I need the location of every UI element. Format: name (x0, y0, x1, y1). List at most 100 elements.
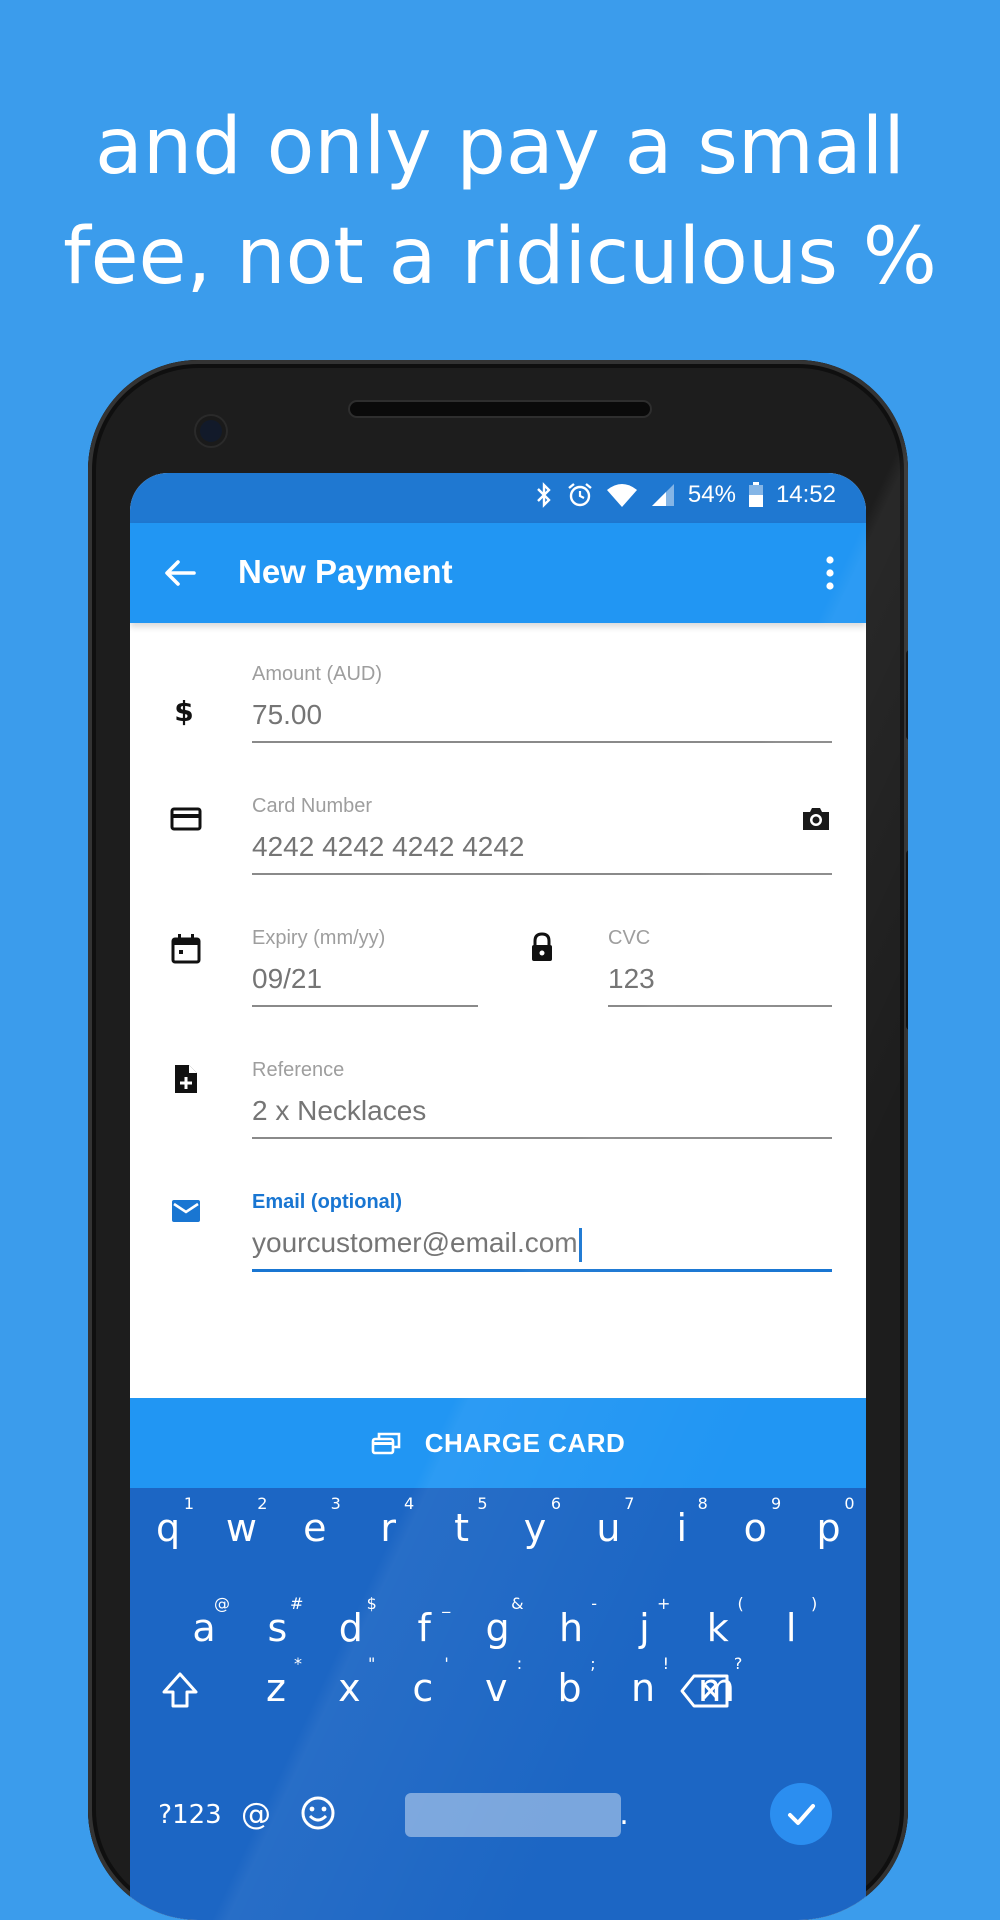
key-secondary: : (516, 1654, 523, 1673)
key-l[interactable]: l) (755, 1588, 827, 1668)
card-number-label: Card Number (252, 795, 373, 817)
done-button[interactable] (770, 1783, 832, 1845)
shift-icon[interactable] (160, 1670, 200, 1710)
backspace-icon[interactable] (680, 1673, 730, 1709)
calendar-icon (171, 934, 201, 964)
note-add-icon (175, 1065, 197, 1093)
phone-camera (196, 416, 226, 446)
reference-label: Reference (252, 1059, 345, 1081)
key-c[interactable]: c ' (387, 1648, 459, 1728)
key-y[interactable]: y6 (499, 1488, 571, 1568)
back-arrow-icon[interactable] (160, 553, 200, 593)
key-secondary: 3 (330, 1494, 341, 1513)
key-secondary: 2 (257, 1494, 268, 1513)
emoji-icon[interactable] (300, 1795, 336, 1831)
key-q[interactable]: q1 (132, 1488, 204, 1568)
key-i[interactable]: i8 (646, 1488, 718, 1568)
key-r[interactable]: r4 (352, 1488, 424, 1568)
key-letter: s (267, 1606, 288, 1650)
cvc-input[interactable]: 123 (608, 963, 655, 995)
key-letter: y (523, 1506, 547, 1550)
key-letter: b (557, 1666, 582, 1710)
key-secondary: $ (366, 1594, 377, 1613)
email-value: yourcustomer@email.com (252, 1227, 578, 1258)
key-letter: h (558, 1606, 584, 1650)
period-key[interactable]: . (588, 1775, 660, 1855)
phone-frame: 54% 14:52 New Payment $ Amount (AUD) 75.… (88, 360, 908, 1920)
wifi-icon (606, 484, 637, 507)
reference-input[interactable]: 2 x Necklaces (252, 1095, 426, 1127)
key-letter: p (816, 1506, 841, 1550)
amount-label: Amount (AUD) (252, 663, 383, 685)
key-v[interactable]: v: (460, 1648, 532, 1728)
key-x[interactable]: x " (313, 1648, 385, 1728)
card-number-input[interactable]: 4242 4242 4242 4242 (252, 831, 525, 863)
key-secondary: 9 (771, 1494, 782, 1513)
cvc-underline (608, 1005, 832, 1007)
key-p[interactable]: p0 (793, 1488, 865, 1568)
expiry-label: Expiry (mm/yy) (252, 927, 386, 949)
charge-card-label: CHARGE CARD (424, 1427, 626, 1458)
dollar-icon: $ (174, 695, 193, 727)
key-secondary: ; (590, 1654, 596, 1673)
key-letter: f (417, 1606, 431, 1650)
camera-icon[interactable] (800, 803, 832, 835)
key-secondary: ) (810, 1594, 818, 1613)
key-o[interactable]: o9 (719, 1488, 791, 1568)
alarm-icon (568, 483, 592, 507)
key-letter: r (380, 1506, 396, 1550)
key-n[interactable]: n! (607, 1648, 679, 1728)
key-secondary: # (289, 1594, 304, 1613)
amount-underline (252, 741, 832, 743)
key-secondary: ? (733, 1654, 743, 1673)
key-secondary: 8 (697, 1494, 708, 1513)
key-letter: c (412, 1666, 434, 1710)
key-letter: g (485, 1606, 510, 1650)
bluetooth-icon (537, 482, 551, 508)
key-b[interactable]: b; (534, 1648, 606, 1728)
key-u[interactable]: u7 (572, 1488, 644, 1568)
check-icon (788, 1804, 815, 1825)
key-a[interactable]: a @ (168, 1588, 240, 1668)
key-secondary: 7 (624, 1494, 635, 1513)
key-secondary: ' (444, 1654, 449, 1673)
key-letter: a (192, 1606, 216, 1650)
key-letter: k (706, 1606, 729, 1650)
reference-underline (252, 1137, 832, 1139)
key-t[interactable]: t5 (426, 1488, 498, 1568)
charge-card-button[interactable]: CHARGE CARD (130, 1398, 866, 1488)
key-secondary: + (656, 1594, 671, 1613)
key-w[interactable]: w2 (205, 1488, 277, 1568)
clock: 14:52 (775, 481, 836, 508)
battery-icon (748, 482, 763, 507)
phone-screen: 54% 14:52 New Payment $ Amount (AUD) 75.… (130, 473, 866, 1920)
key-letter: e (303, 1506, 327, 1550)
key-secondary: 5 (477, 1494, 488, 1513)
key-z[interactable]: z * (240, 1648, 312, 1728)
key-letter: w (225, 1506, 257, 1550)
email-underline (252, 1269, 832, 1272)
volume-button (906, 650, 908, 740)
app-bar: New Payment (130, 523, 866, 623)
key-secondary: ! (662, 1654, 669, 1673)
credit-card-icon (170, 807, 202, 831)
more-vert-icon[interactable] (824, 553, 836, 593)
key-secondary: & (511, 1594, 524, 1613)
at-key[interactable]: @ (220, 1775, 292, 1855)
amount-input[interactable]: 75.00 (252, 699, 322, 731)
headline-line-1: and only pay a small (95, 102, 905, 192)
mail-icon (172, 1200, 200, 1222)
expiry-input[interactable]: 09/21 (252, 963, 322, 995)
key-letter: x (338, 1666, 361, 1710)
key-secondary: ( (737, 1594, 744, 1613)
key-letter: u (596, 1506, 621, 1550)
payment-cards-icon (371, 1432, 401, 1455)
key-secondary: - (591, 1594, 597, 1613)
key-letter: q (155, 1506, 181, 1550)
key-letter: l (785, 1606, 797, 1650)
key-e[interactable]: e3 (279, 1488, 351, 1568)
key-secondary: _ (442, 1594, 451, 1613)
email-input[interactable]: yourcustomer@email.com (252, 1227, 582, 1262)
key-letter: j (639, 1606, 650, 1650)
key-secondary: 4 (404, 1494, 415, 1513)
